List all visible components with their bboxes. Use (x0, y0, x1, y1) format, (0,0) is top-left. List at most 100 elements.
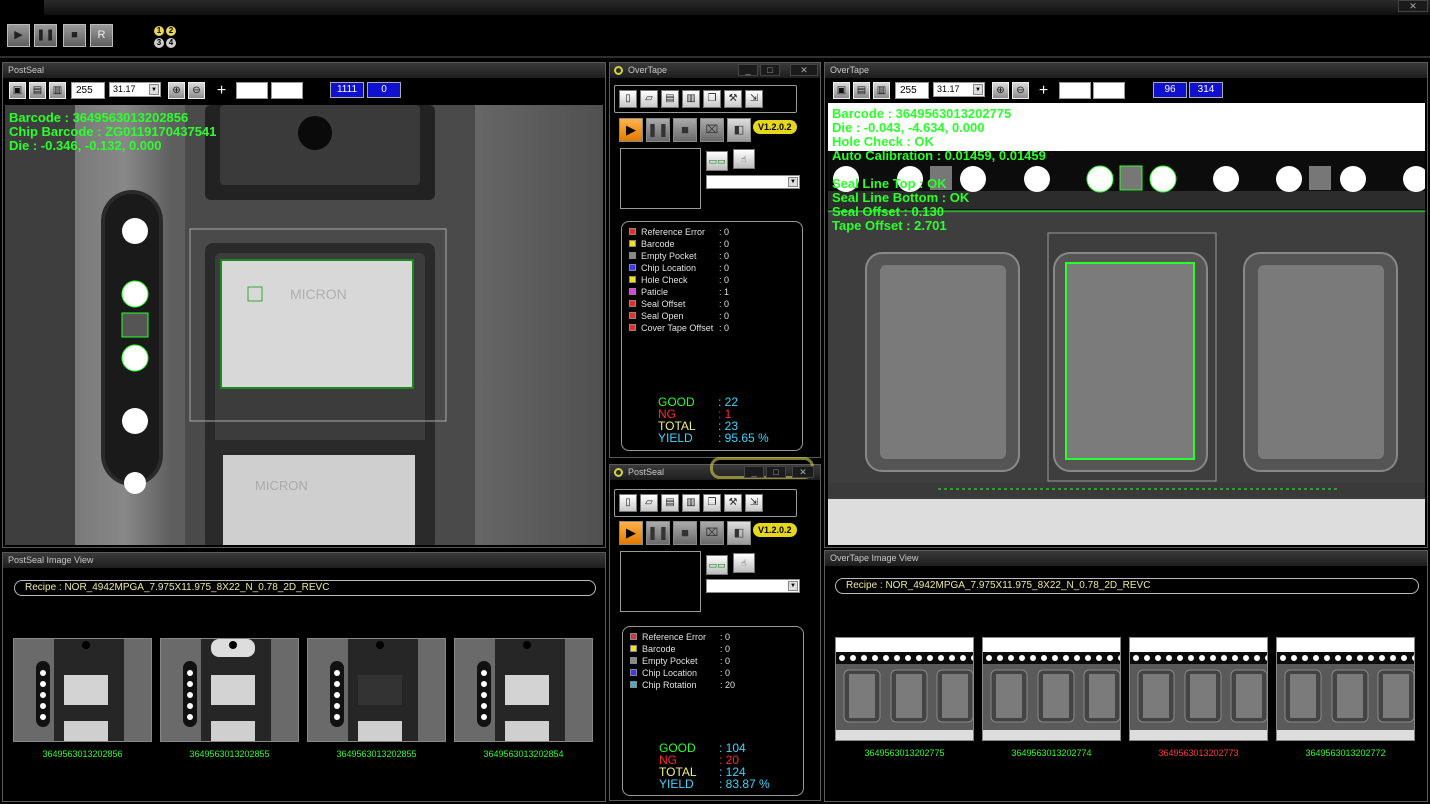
overlay-line: Tape Offset : 2.701 (832, 218, 947, 233)
settings-icon[interactable]: ◧ (727, 521, 751, 545)
error-row: Seal Offset: 0 (629, 298, 729, 310)
input-box-a[interactable] (236, 82, 268, 99)
save-image-icon[interactable]: ▤ (29, 82, 46, 99)
maximize-icon[interactable]: □ (760, 64, 780, 76)
station-badge-1[interactable]: 1 (154, 26, 164, 36)
overtape-thumb-image (836, 638, 973, 740)
count-b-badge: 0 (367, 82, 401, 98)
mode-select[interactable]: ▼ (706, 175, 800, 189)
status-square-icon (630, 681, 637, 688)
error-label: Empty Pocket (642, 656, 698, 666)
pause-icon[interactable]: ❚❚ (646, 521, 670, 545)
reset-button[interactable]: R (90, 24, 113, 47)
save-as-icon[interactable]: ▥ (682, 90, 700, 108)
play-icon[interactable]: ▶ (619, 521, 643, 545)
tools-icon[interactable]: ⚒ (724, 90, 742, 108)
open-folder-icon[interactable]: ▱ (640, 90, 658, 108)
new-file-icon[interactable]: ▯ (619, 494, 637, 512)
pause-icon[interactable]: ❚❚ (646, 118, 670, 142)
save-as-icon[interactable]: ▥ (682, 494, 700, 512)
save-icon[interactable]: ▥ (873, 82, 890, 99)
exposure-field[interactable]: 255 (71, 82, 105, 99)
stop-icon[interactable]: ■ (673, 521, 697, 545)
close-icon[interactable]: ✕ (1398, 0, 1428, 12)
overtape-camera-image[interactable]: Barcode : 3649563013202775 Die : -0.043, … (828, 103, 1425, 545)
error-label: Paticle (641, 287, 669, 297)
station-badge-4[interactable]: 4 (166, 38, 176, 48)
export-icon[interactable]: ⇲ (745, 494, 763, 512)
status-square-icon (629, 228, 636, 235)
zoom-in-icon[interactable]: ⊕ (992, 82, 1009, 99)
status-square-icon (630, 645, 637, 652)
thumbnail-caption: 3649563013202774 (1011, 748, 1092, 758)
new-file-icon[interactable]: ▯ (619, 90, 637, 108)
copy-icon[interactable]: ❐ (703, 494, 721, 512)
minimize-icon[interactable]: _ (738, 64, 758, 76)
thumbnail[interactable] (13, 638, 152, 742)
hand-icon[interactable]: ☝ (733, 553, 755, 573)
save-icon[interactable]: ▤ (661, 90, 679, 108)
stat-row: YIELD: 95.65 % (658, 432, 769, 444)
stop-button[interactable]: ■ (63, 24, 86, 47)
error-label: Chip Rotation (642, 680, 697, 690)
station-badge-3[interactable]: 3 (154, 38, 164, 48)
thumbnail[interactable] (1129, 637, 1268, 741)
tools-icon[interactable]: ⚒ (724, 494, 742, 512)
thumbnail[interactable] (1276, 637, 1415, 741)
thumbnail[interactable] (835, 637, 974, 741)
error-label: Reference Error (642, 632, 707, 642)
camera-icon[interactable]: ⌧ (700, 521, 724, 545)
run-button[interactable]: ▶ (7, 24, 30, 47)
postseal-control-window: PostSeal _ □ ✕ ▯ ▱ ▤ ▥ ❐ ⚒ ⇲ ▶ ❚❚ ■ ⌧ ◧ … (609, 457, 821, 801)
live-icon[interactable]: ▣ (9, 82, 26, 99)
mode-select[interactable]: ▼ (706, 579, 800, 593)
camera-icon[interactable]: ⌧ (700, 118, 724, 142)
io-board-icon[interactable]: ▭▭ (706, 555, 728, 575)
zoom-select[interactable]: 31.17 ▼ (109, 82, 161, 97)
status-indicator-icon (614, 468, 623, 477)
save-icon[interactable]: ▥ (49, 82, 66, 99)
exposure-field[interactable]: 255 (895, 82, 929, 99)
settings-icon[interactable]: ◧ (727, 118, 751, 142)
crosshair-icon[interactable]: + (213, 82, 230, 99)
open-folder-icon[interactable]: ▱ (640, 494, 658, 512)
save-icon[interactable]: ▤ (661, 494, 679, 512)
close-icon[interactable]: ✕ (790, 64, 818, 76)
zoom-out-icon[interactable]: ⊖ (1012, 82, 1029, 99)
thumbnail[interactable] (307, 638, 446, 742)
input-box-a[interactable] (1059, 82, 1091, 99)
thumbnail[interactable] (454, 638, 593, 742)
export-icon[interactable]: ⇲ (745, 90, 763, 108)
io-board-icon[interactable]: ▭▭ (706, 151, 728, 171)
error-row: Chip Location: 0 (630, 667, 730, 679)
live-icon[interactable]: ▣ (833, 82, 850, 99)
crosshair-icon[interactable]: + (1035, 82, 1052, 99)
maximize-icon[interactable]: □ (766, 466, 786, 478)
postseal-camera-image[interactable]: MICRON MICRON Barcode : 3649563013202856… (5, 105, 603, 545)
error-value: : 0 (719, 251, 730, 261)
input-box-b[interactable] (271, 82, 303, 99)
play-icon[interactable]: ▶ (619, 118, 643, 142)
thumbnail[interactable] (982, 637, 1121, 741)
overlay-line: Seal Offset : 0.130 (832, 204, 944, 219)
station-badge-2[interactable]: 2 (166, 26, 176, 36)
status-square-icon (629, 276, 636, 283)
thumbnail-caption: 3649563013202773 (1158, 748, 1239, 758)
save-image-icon[interactable]: ▤ (853, 82, 870, 99)
zoom-value: 31.17 (937, 84, 960, 94)
overtape-image-view: OverTape Image View Recipe : NOR_4942MPG… (824, 550, 1428, 802)
input-box-b[interactable] (1093, 82, 1125, 99)
thumbnail[interactable] (160, 638, 299, 742)
zoom-out-icon[interactable]: ⊖ (188, 82, 205, 99)
thumbnail-caption: 3649563013202855 (336, 749, 417, 759)
zoom-in-icon[interactable]: ⊕ (168, 82, 185, 99)
minimize-icon[interactable]: _ (744, 466, 764, 478)
zoom-select[interactable]: 31.17 ▼ (933, 82, 985, 97)
error-label: Hole Check (641, 275, 688, 285)
postseal-thumb-image (14, 639, 151, 741)
hand-icon[interactable]: ☝ (733, 149, 755, 169)
pause-button[interactable]: ❚❚ (34, 24, 57, 47)
stop-icon[interactable]: ■ (673, 118, 697, 142)
copy-icon[interactable]: ❐ (703, 90, 721, 108)
close-icon[interactable]: ✕ (792, 466, 814, 478)
